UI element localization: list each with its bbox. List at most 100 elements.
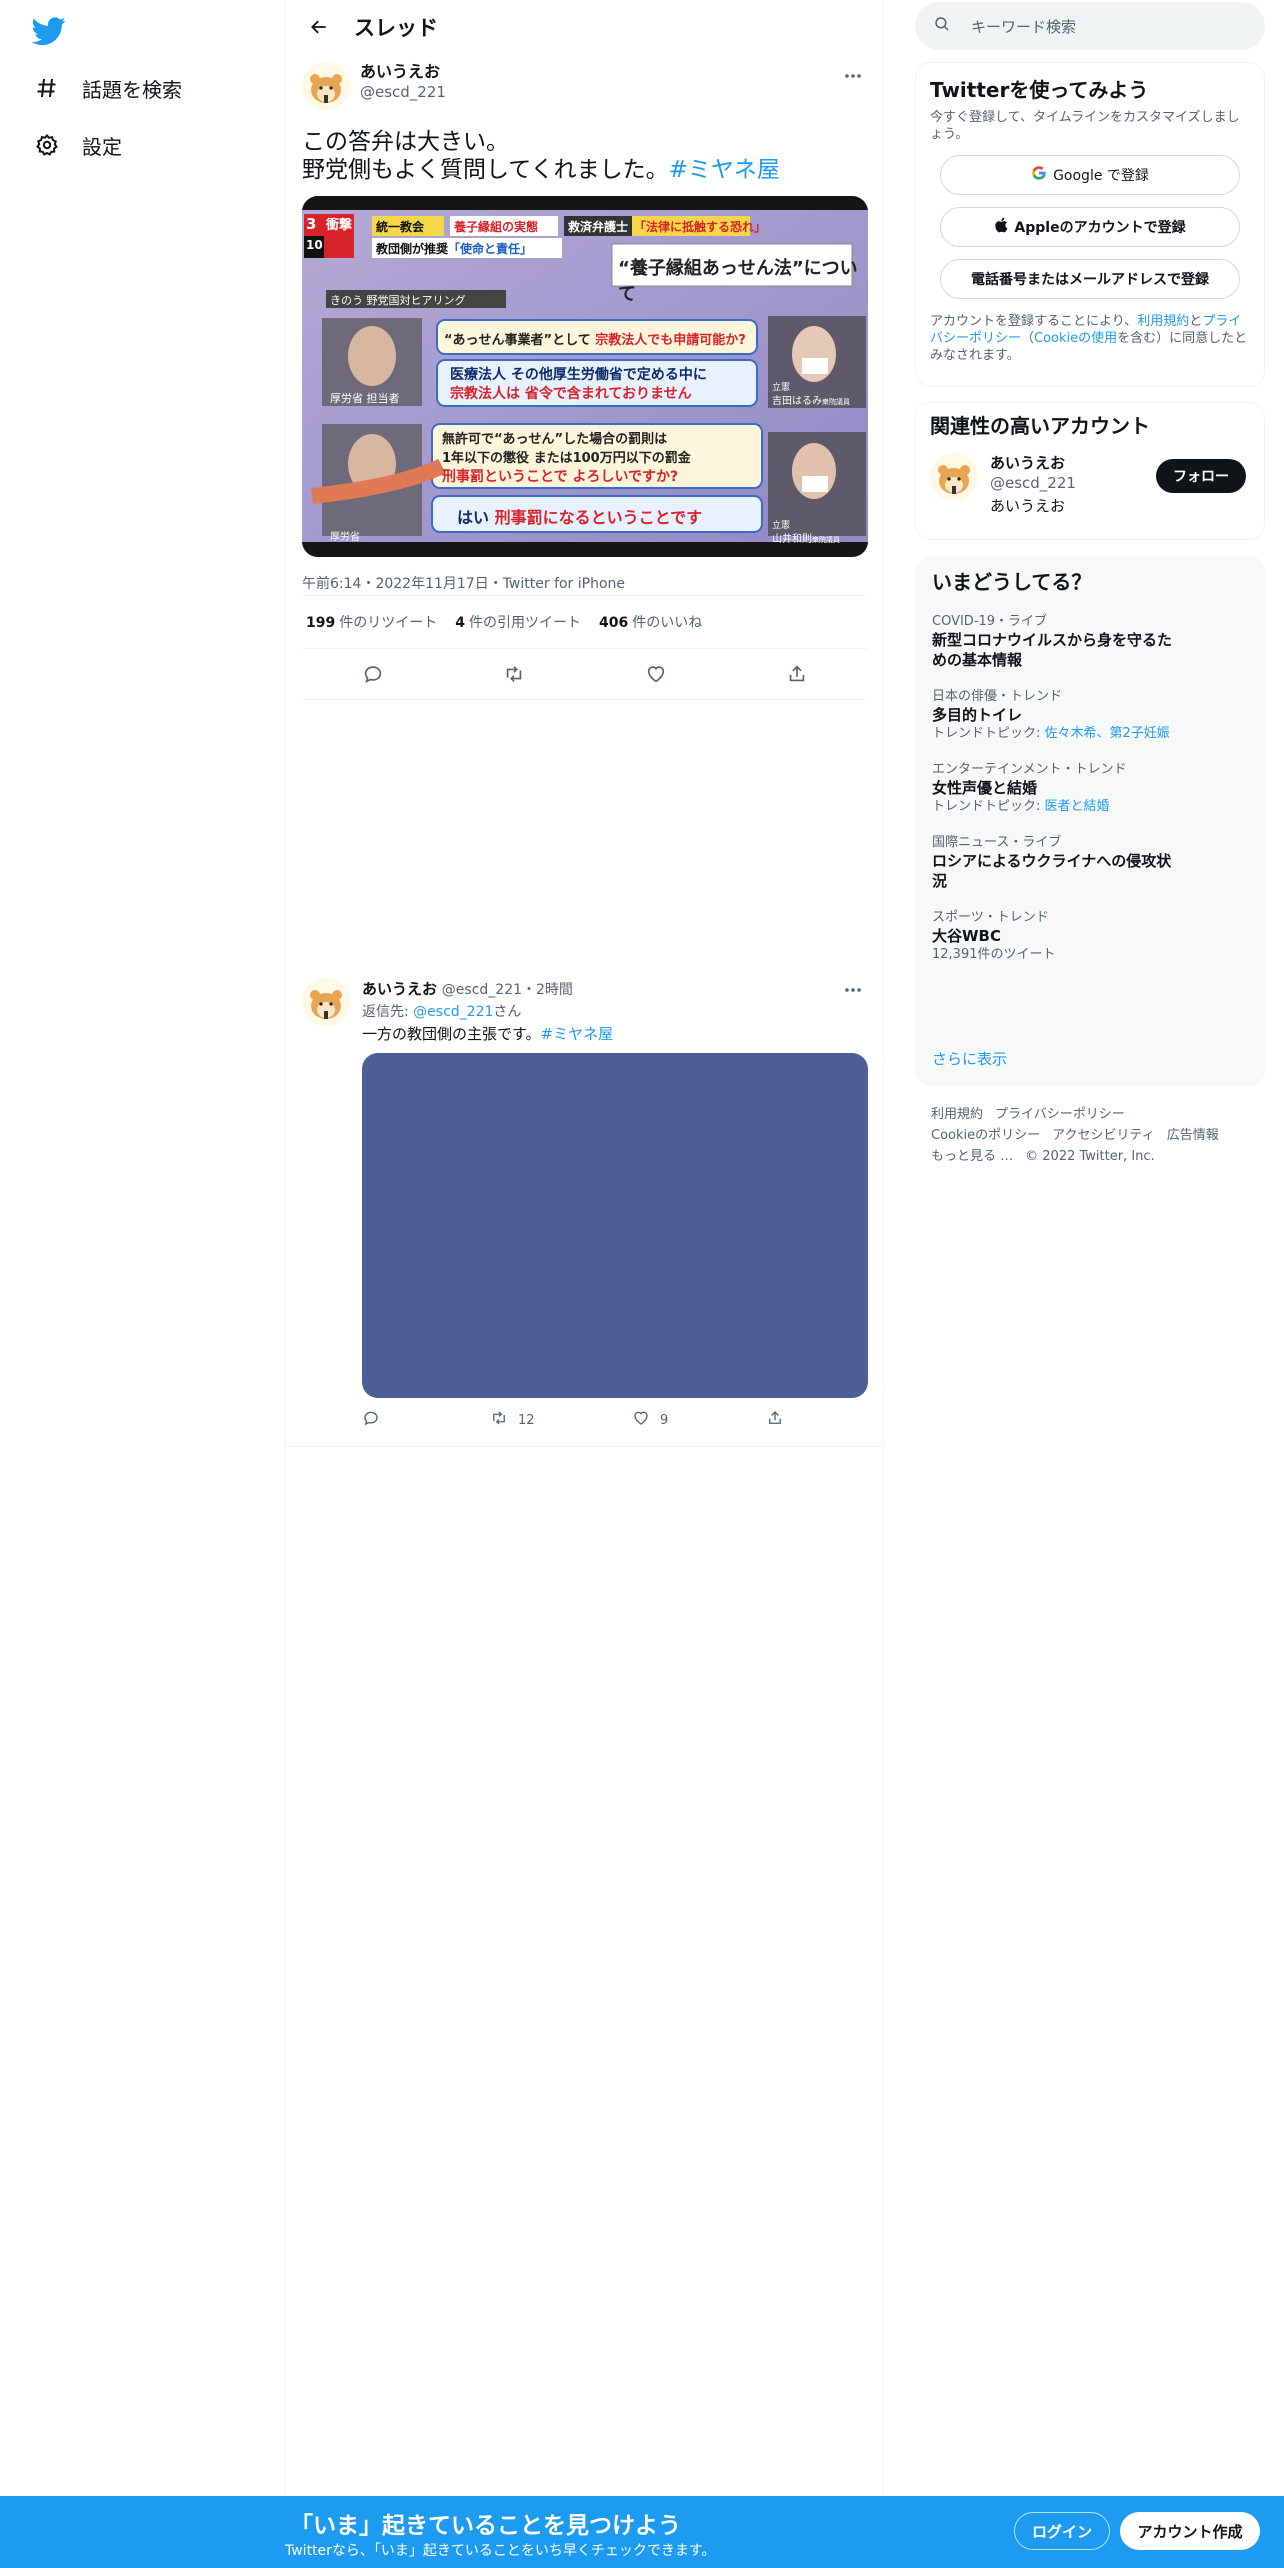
trend-sub-label: トレンドトピック: — [932, 799, 1045, 814]
signup-subtitle: 今すぐ登録して、タイムラインをカスタマイズしましょう。 — [930, 110, 1240, 142]
trend-item[interactable]: 国際ニュース・ライブ ロシアによるウクライナへの侵攻状況 — [932, 834, 1248, 891]
avatar[interactable] — [302, 978, 350, 1026]
gear-icon — [34, 132, 60, 158]
footer-ads-link[interactable]: 広告情報 — [1167, 1128, 1219, 1143]
media-person-3: 山井和則 — [772, 534, 812, 545]
phone-email-signup-label: 電話番号またはメールアドレスで登録 — [971, 272, 1209, 288]
avatar[interactable] — [930, 453, 978, 501]
heart-icon[interactable] — [639, 657, 673, 691]
hashtag-icon — [34, 75, 60, 101]
tweet-stats: 199 件のリツイート 4 件の引用ツイート 406 件のいいね — [302, 596, 868, 648]
login-button[interactable]: ログイン — [1014, 2512, 1110, 2550]
thread-header: スレッド — [286, 0, 883, 54]
related-display-name[interactable]: あいうえお — [990, 453, 1076, 473]
trend-context: 国際ニュース・ライブ — [932, 835, 1062, 850]
related-handle[interactable]: @escd_221 — [990, 473, 1076, 493]
reply-image[interactable] — [362, 1053, 868, 1398]
reply-display-name[interactable]: あいうえお — [362, 980, 437, 998]
media-person-3-tag: 衆院議員 — [812, 536, 840, 544]
trends-title: いまどうしてる？ — [932, 570, 1092, 594]
reply-like-button[interactable]: 9 — [632, 1409, 766, 1431]
left-navigation: 話題を検索 設定 — [0, 0, 285, 2568]
reply-to-suffix: さん — [493, 1004, 522, 1020]
reply-actions: 12 9 — [362, 1404, 868, 1436]
trend-item[interactable]: 日本の俳優・トレンド 多目的トイレ トレンドトピック: 佐々木希、第2子妊娠 — [932, 688, 1248, 743]
reply-handle[interactable]: @escd_221 — [442, 982, 522, 998]
reply-reply-button[interactable] — [362, 1409, 490, 1431]
footer-terms-link[interactable]: 利用規約 — [931, 1107, 983, 1122]
likes-label: 件のいいね — [632, 615, 703, 631]
reply-icon — [362, 1409, 380, 1431]
media-badge-num2: 10 — [306, 238, 323, 252]
reply-share-button[interactable] — [766, 1409, 784, 1431]
hashtag-link[interactable]: #ミヤネ屋 — [541, 1025, 614, 1043]
quotes-stat[interactable]: 4 件の引用ツイート — [455, 612, 581, 632]
author-handle[interactable]: @escd_221 — [360, 82, 446, 102]
trend-topic-link[interactable]: 医者と結婚 — [1045, 799, 1110, 814]
tweet-image[interactable]: 3 10 衝撃 統一教会 養子縁組の実態 救済弁護士 「法律に抵触する恐れ」 教… — [302, 196, 868, 557]
reply-retweet-button[interactable]: 12 — [490, 1409, 632, 1431]
trend-item[interactable]: エンターテインメント・トレンド 女性声優と結婚 トレンドトピック: 医者と結婚 — [932, 761, 1248, 816]
tweet-timestamp[interactable]: 午前6:14・2022年11月17日・Twitter for iPhone — [302, 573, 868, 595]
more-options-icon[interactable] — [838, 64, 868, 88]
terms-and: と — [1189, 314, 1203, 329]
related-account-row[interactable]: あいうえお @escd_221 あいうえお フォロー — [930, 453, 1250, 523]
cookie-use-link[interactable]: Cookieの使用 — [1034, 331, 1117, 346]
hashtag-link[interactable]: #ミヤネ屋 — [669, 157, 780, 183]
media-q1a: “あっせん事業者”として — [444, 333, 591, 348]
follow-button[interactable]: フォロー — [1156, 459, 1246, 493]
twitter-logo-icon[interactable] — [31, 14, 66, 48]
reply-text-body: 一方の教団側の主張です。 — [362, 1025, 541, 1043]
media-a1a: 医療法人 その他厚生労働省で定める中に — [450, 367, 707, 383]
retweets-stat[interactable]: 199 件のリツイート — [306, 612, 437, 632]
nav-settings-label: 設定 — [82, 134, 122, 159]
footer-accessibility-link[interactable]: アクセシビリティ — [1052, 1128, 1155, 1143]
divider — [286, 1446, 883, 1447]
media-tag-4: 「法律に抵触する恐れ」 — [634, 220, 767, 234]
main-column: スレッド あいうえお @escd_221 この答弁は大きい。 野党側もよく質問し… — [286, 0, 884, 2568]
apple-signup-button[interactable]: Appleのアカウントで登録 — [940, 207, 1240, 247]
show-more-link[interactable]: さらに表示 — [932, 1048, 1007, 1069]
retweets-label: 件のリツイート — [339, 615, 438, 631]
media-sub-left-highlight: 「使命と責任」 — [448, 242, 533, 256]
footer-cookie-link[interactable]: Cookieのポリシー — [931, 1128, 1040, 1143]
trend-context: エンターテインメント・トレンド — [932, 762, 1127, 777]
search-icon — [933, 15, 951, 37]
media-sub-left: 教団側が推奨 — [376, 242, 449, 256]
footer-more-link[interactable]: もっと見る … — [931, 1149, 1013, 1164]
terms-prefix: アカウントを登録することにより、 — [930, 314, 1138, 329]
trend-sub-label: トレンドトピック: — [932, 726, 1045, 741]
author-display-name[interactable]: あいうえお — [360, 62, 446, 82]
reply-icon[interactable] — [356, 657, 390, 691]
back-arrow-icon[interactable] — [302, 10, 336, 44]
nav-settings[interactable]: 設定 — [34, 125, 122, 165]
nav-explore[interactable]: 話題を検索 — [34, 68, 182, 108]
reply-to-handle-link[interactable]: @escd_221 — [413, 1004, 493, 1020]
google-signup-button[interactable]: Google で登録 — [940, 155, 1240, 195]
heart-icon — [632, 1409, 650, 1431]
trend-topic-link[interactable]: 佐々木希、第2子妊娠 — [1045, 726, 1170, 741]
media-law-title: “養子縁組あっせん法”について — [618, 258, 858, 305]
avatar[interactable] — [302, 62, 350, 110]
more-options-icon[interactable] — [838, 978, 868, 1002]
tweet-text-line-1: この答弁は大きい。 — [302, 129, 509, 155]
likes-stat[interactable]: 406 件のいいね — [599, 612, 702, 632]
retweet-icon[interactable] — [497, 657, 531, 691]
trend-item[interactable]: スポーツ・トレンド 大谷WBC 12,391件のツイート — [932, 909, 1248, 964]
phone-email-signup-button[interactable]: 電話番号またはメールアドレスで登録 — [940, 259, 1240, 299]
related-bio: あいうえお — [990, 497, 1066, 515]
reply-text: 一方の教団側の主張です。#ミヤネ屋 — [362, 1023, 868, 1045]
media-a2a: はい — [457, 508, 490, 527]
create-account-button[interactable]: アカウント作成 — [1120, 2512, 1260, 2550]
media-person-1: 厚労省 担当者 — [330, 392, 400, 405]
terms-link[interactable]: 利用規約 — [1137, 314, 1189, 329]
terms-paren: （ — [1021, 331, 1035, 346]
share-icon[interactable] — [780, 657, 814, 691]
page-title: スレッド — [354, 16, 438, 40]
trend-context: スポーツ・トレンド — [932, 910, 1049, 925]
trend-item[interactable]: COVID-19・ライブ 新型コロナウイルスから身を守るための基本情報 — [932, 613, 1248, 670]
retweets-count: 199 — [306, 615, 336, 631]
reply-time[interactable]: ・2時間 — [522, 982, 573, 998]
search-input[interactable]: キーワード検索 — [915, 2, 1265, 50]
footer-privacy-link[interactable]: プライバシーポリシー — [995, 1107, 1125, 1122]
